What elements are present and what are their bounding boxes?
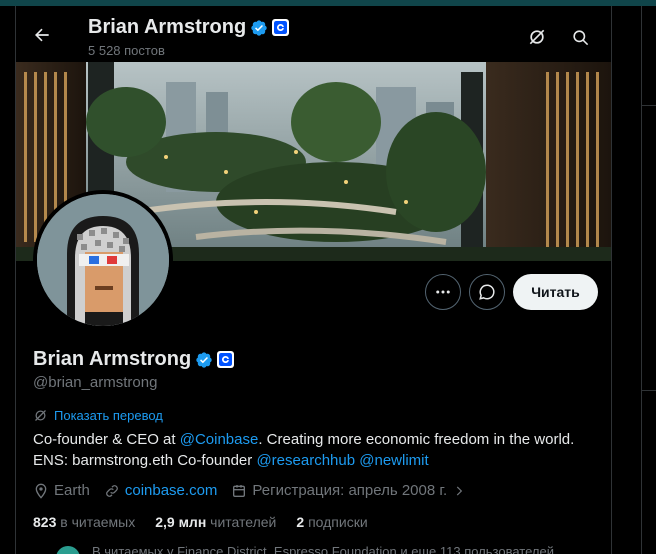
grok-slash-icon [529, 29, 545, 45]
bio-text: ENS: barmstrong.eth Co-founder [33, 452, 257, 469]
message-icon [479, 284, 495, 300]
subscriptions-stat[interactable]: 2 подписки [296, 514, 367, 530]
post-count: 5 528 постов [88, 43, 165, 58]
show-translation-label: Показать перевод [54, 408, 163, 423]
show-translation-link[interactable]: Показать перевод [33, 408, 163, 423]
coinbase-affiliate-icon[interactable] [217, 351, 235, 368]
join-date-text: Регистрация: апрель 2008 г. [252, 482, 448, 499]
calendar-icon [233, 484, 246, 497]
grok-button[interactable] [520, 20, 554, 54]
translate-icon [35, 410, 46, 421]
verified-badge-icon[interactable] [195, 351, 213, 369]
following-count: 823 [33, 514, 57, 530]
website: coinbase.com [104, 482, 218, 499]
website-link[interactable]: coinbase.com [125, 482, 218, 499]
profile-avatar[interactable] [33, 190, 173, 330]
back-button[interactable] [25, 18, 59, 52]
chevron-right-icon [457, 486, 463, 495]
right-sidebar-card-top [641, 6, 656, 106]
followers-stat[interactable]: 2,9 млн читателей [155, 514, 276, 530]
newlimit-mention-link[interactable]: @newlimit [359, 452, 428, 469]
header-name: Brian Armstrong [88, 16, 247, 38]
followers-label: читателей [210, 514, 277, 530]
coinbase-affiliate-icon[interactable] [272, 19, 290, 36]
profile-bio: Co-founder & CEO at @Coinbase. Creating … [33, 429, 603, 471]
profile-stats: 823 в читаемых 2,9 млн читателей 2 подпи… [33, 514, 388, 530]
more-icon [436, 290, 450, 294]
following-stat[interactable]: 823 в читаемых [33, 514, 135, 530]
coinbase-mention-link[interactable]: @Coinbase [180, 431, 259, 448]
profile-meta: Earth coinbase.com Регистрация: апрель 2… [33, 482, 480, 499]
avatar-image [37, 194, 169, 326]
search-button[interactable] [563, 20, 597, 54]
search-icon [572, 29, 588, 45]
verified-badge-icon[interactable] [250, 19, 268, 37]
arrow-left-icon [35, 28, 49, 42]
researchhub-mention-link[interactable]: @researchhub [256, 452, 355, 469]
link-icon [105, 484, 118, 497]
bio-text: Co-founder & CEO at [33, 431, 180, 448]
profile-handle: @brian_armstrong [33, 374, 158, 391]
right-sidebar-card-bottom [641, 390, 656, 554]
follow-button[interactable]: Читать [513, 274, 598, 310]
location-text: Earth [54, 482, 90, 499]
following-label: в читаемых [60, 514, 136, 530]
followed-by-text[interactable]: В читаемых у Finance District, Espresso … [92, 544, 554, 554]
subscriptions-count: 2 [296, 514, 305, 530]
profile-name: Brian Armstrong [33, 348, 192, 370]
bio-text: . Creating more economic freedom in the … [258, 431, 575, 448]
message-button[interactable] [469, 274, 505, 310]
profile-name-row: Brian Armstrong [33, 348, 235, 371]
more-options-button[interactable] [425, 274, 461, 310]
profile-header: Brian Armstrong 5 528 постов [16, 6, 611, 62]
location: Earth [33, 482, 90, 499]
join-date[interactable]: Регистрация: апрель 2008 г. [231, 482, 466, 499]
location-pin-icon [35, 483, 47, 499]
followers-count: 2,9 млн [155, 514, 207, 530]
subscriptions-label: подписки [308, 514, 368, 530]
